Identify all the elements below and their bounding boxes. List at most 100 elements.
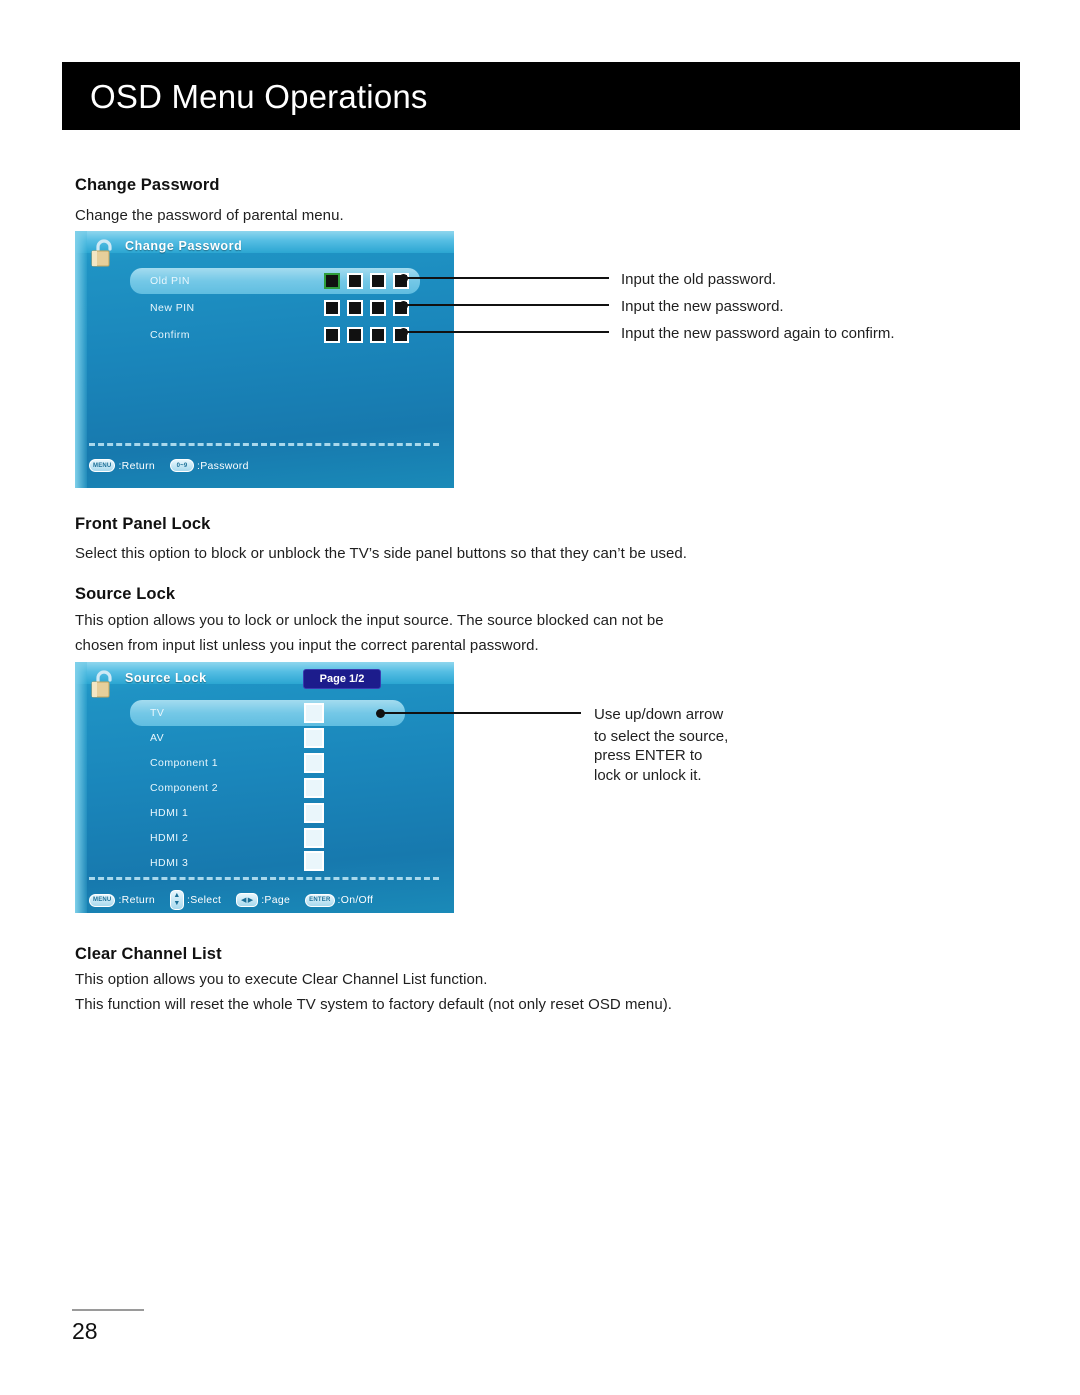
pin-box-1[interactable] (324, 273, 340, 289)
pin-box-3[interactable] (370, 300, 386, 316)
osd-row-label-confirm: Confirm (150, 329, 190, 341)
body-clear-channel-list-1: This option allows you to execute Clear … (75, 971, 488, 988)
osd-hint-bar-source-lock: MENU :Return ▲ ▼ :Select ◀ ▶ :Page ENTER… (89, 890, 383, 910)
body-source-lock-1: This option allows you to lock or unlock… (75, 612, 664, 629)
osd-row-component-2[interactable]: Component 2 (130, 777, 218, 799)
hint-label-return: :Return (118, 894, 156, 906)
callout-input-new-password: Input the new password. (621, 298, 784, 315)
pin-box-1[interactable] (324, 300, 340, 316)
connector-line-old-password (404, 277, 609, 279)
checkbox-hdmi-3[interactable] (304, 851, 324, 871)
hint-return: MENU :Return (89, 893, 156, 907)
digit-key-icon: 0~9 (170, 459, 195, 472)
checkbox-hdmi-1[interactable] (304, 803, 324, 823)
osd-divider-dashed (89, 877, 439, 880)
pin-box-3[interactable] (370, 327, 386, 343)
osd-row-av[interactable]: AV (130, 727, 164, 749)
hint-label-password: :Password (197, 459, 249, 472)
checkbox-av[interactable] (304, 728, 324, 748)
osd-row-tv[interactable]: TV (130, 702, 164, 724)
up-arrow-glyph: ▲ (173, 892, 181, 899)
heading-source-lock: Source Lock (75, 585, 176, 603)
body-change-password: Change the password of parental menu. (75, 207, 344, 224)
heading-change-password: Change Password (75, 176, 220, 194)
osd-row-label-old-pin: Old PIN (150, 275, 190, 287)
osd-row-hdmi-1[interactable]: HDMI 1 (130, 802, 188, 824)
pin-group-confirm[interactable] (324, 327, 409, 343)
checkbox-hdmi-2[interactable] (304, 828, 324, 848)
osd-change-password: Change Password Old PIN New PIN Confirm … (75, 231, 454, 488)
hint-label-page: :Page (261, 894, 291, 906)
page-header-band: OSD Menu Operations (62, 62, 1020, 130)
pin-group-old-pin[interactable] (324, 273, 409, 289)
left-right-arrow-icon: ◀ ▶ (236, 893, 259, 907)
hint-label-onoff: :On/Off (337, 894, 374, 906)
osd-row-label-av: AV (150, 732, 165, 744)
hint-onoff: ENTER :On/Off (305, 893, 374, 907)
callout-input-old-password: Input the old password. (621, 271, 777, 288)
osd-row-label-component-1: Component 1 (150, 757, 218, 769)
connector-line-source-lock (381, 712, 581, 714)
pin-box-2[interactable] (347, 273, 363, 289)
hint-password: 0~9 :Password (170, 459, 249, 472)
pin-group-new-pin[interactable] (324, 300, 409, 316)
osd-row-confirm[interactable]: Confirm (130, 324, 190, 346)
checkbox-tv[interactable] (304, 703, 324, 723)
open-padlock-icon (89, 237, 119, 269)
osd-row-new-pin[interactable]: New PIN (130, 297, 195, 319)
osd-hint-bar-change-password: MENU :Return 0~9 :Password (89, 459, 259, 472)
osd-left-glow (75, 231, 87, 488)
hint-label-select: :Select (187, 894, 222, 906)
osd-row-old-pin[interactable]: Old PIN (130, 270, 190, 292)
osd-divider-dashed (89, 443, 439, 446)
osd-title-source-lock: Source Lock (125, 671, 207, 685)
heading-front-panel-lock: Front Panel Lock (75, 515, 211, 533)
right-arrow-glyph: ▶ (247, 897, 254, 904)
connector-line-confirm-password (404, 331, 609, 333)
pin-box-3[interactable] (370, 273, 386, 289)
callout-source-lock-4: lock or unlock it. (594, 767, 702, 784)
hint-select: ▲ ▼ :Select (170, 890, 221, 910)
osd-row-label-component-2: Component 2 (150, 782, 218, 794)
menu-key-icon: MENU (89, 459, 116, 472)
osd-row-component-1[interactable]: Component 1 (130, 752, 218, 774)
body-front-panel-lock-1: Select this option to block or unblock t… (75, 545, 688, 562)
osd-row-hdmi-3[interactable]: HDMI 3 (130, 852, 188, 874)
checkbox-component-1[interactable] (304, 753, 324, 773)
osd-row-label-hdmi-2: HDMI 2 (150, 832, 189, 844)
down-arrow-glyph: ▼ (173, 900, 181, 907)
hint-return: MENU :Return (89, 459, 155, 472)
osd-row-hdmi-2[interactable]: HDMI 2 (130, 827, 188, 849)
page-title: OSD Menu Operations (90, 77, 428, 115)
open-padlock-icon (89, 668, 119, 700)
enter-key-icon: ENTER (305, 893, 335, 907)
callout-confirm-new-password: Input the new password again to confirm. (621, 325, 895, 342)
body-source-lock-2: chosen from input list unless you input … (75, 637, 539, 654)
osd-source-lock: Source Lock Page 1/2 TV AV Component 1 C… (75, 662, 454, 913)
osd-row-label-hdmi-1: HDMI 1 (150, 807, 189, 819)
menu-key-icon: MENU (89, 893, 116, 907)
osd-row-highlight-tv (130, 700, 405, 726)
up-down-arrow-icon: ▲ ▼ (170, 890, 185, 910)
checkbox-component-2[interactable] (304, 778, 324, 798)
osd-title-change-password: Change Password (125, 239, 243, 253)
pin-box-2[interactable] (347, 327, 363, 343)
pin-box-2[interactable] (347, 300, 363, 316)
connector-line-new-password (404, 304, 609, 306)
pin-box-1[interactable] (324, 327, 340, 343)
callout-source-lock-3: press ENTER to (594, 747, 703, 764)
hint-page: ◀ ▶ :Page (236, 893, 290, 907)
callout-source-lock-1: Use up/down arrow (594, 706, 724, 723)
page-badge: Page 1/2 (303, 669, 381, 689)
body-clear-channel-list-2: This function will reset the whole TV sy… (75, 996, 672, 1013)
osd-left-glow (75, 662, 87, 913)
footer-rule (72, 1309, 144, 1311)
osd-row-label-tv: TV (150, 707, 165, 719)
footer-page-number: 28 (72, 1318, 98, 1344)
osd-row-label-new-pin: New PIN (150, 302, 195, 314)
callout-source-lock-2: to select the source, (594, 728, 729, 745)
left-arrow-glyph: ◀ (241, 897, 247, 904)
heading-clear-channel-list: Clear Channel List (75, 945, 222, 963)
hint-label-return: :Return (118, 459, 156, 472)
osd-row-label-hdmi-3: HDMI 3 (150, 857, 189, 869)
